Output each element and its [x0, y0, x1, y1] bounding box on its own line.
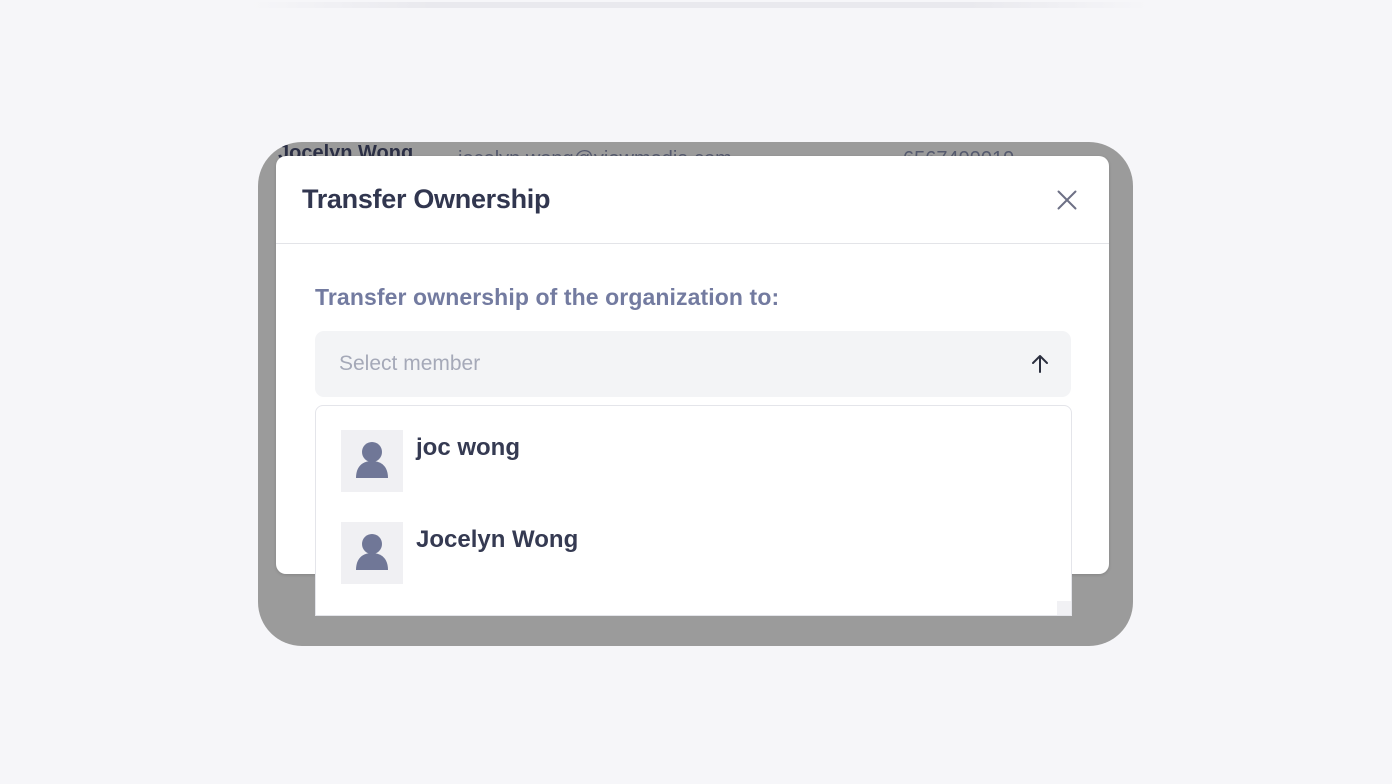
- member-option[interactable]: Jocelyn Wong: [341, 522, 578, 584]
- transfer-field-label: Transfer ownership of the organization t…: [315, 284, 780, 310]
- avatar: [341, 522, 403, 584]
- scrollbar-corner: [1057, 601, 1071, 615]
- avatar: [341, 430, 403, 492]
- member-select[interactable]: Select member: [315, 331, 1071, 397]
- user-icon: [356, 534, 388, 570]
- member-option-name: Jocelyn Wong: [416, 526, 579, 553]
- modal-title: Transfer Ownership: [302, 184, 551, 214]
- user-icon: [356, 442, 388, 478]
- member-dropdown-list: joc wong Jocelyn Wong: [315, 405, 1072, 616]
- close-icon[interactable]: [1053, 186, 1081, 214]
- member-select-placeholder: Select member: [339, 352, 481, 375]
- member-option[interactable]: joc wong: [341, 430, 520, 492]
- arrow-up-icon: [1031, 354, 1049, 374]
- top-strip: [250, 2, 1150, 8]
- member-option-name: joc wong: [416, 434, 520, 461]
- modal-header: Transfer Ownership: [276, 156, 1109, 244]
